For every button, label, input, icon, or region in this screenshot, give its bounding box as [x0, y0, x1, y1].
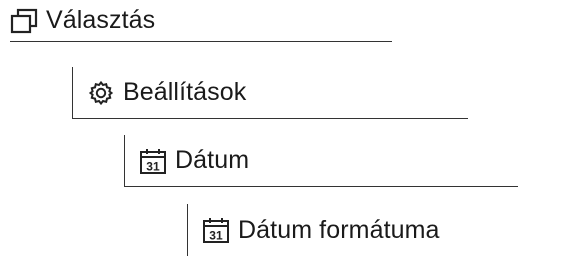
gear-icon — [87, 79, 115, 107]
breadcrumb-item-valasztas[interactable]: Választás — [10, 0, 392, 42]
windows-icon — [10, 7, 38, 35]
breadcrumb-item-datum[interactable]: 31 Dátum — [124, 135, 518, 187]
breadcrumb-item-beallitasok[interactable]: Beállítások — [72, 67, 468, 119]
calendar-day-text: 31 — [209, 229, 223, 243]
breadcrumb-item-label: Dátum — [175, 146, 250, 174]
calendar-icon: 31 — [202, 216, 230, 244]
breadcrumb-item-label: Beállítások — [123, 78, 247, 106]
calendar-day-text: 31 — [146, 159, 160, 173]
calendar-icon: 31 — [139, 147, 167, 175]
breadcrumb-item-label: Választás — [46, 6, 156, 34]
breadcrumb-item-datum-formatuma[interactable]: 31 Dátum formátuma — [187, 204, 517, 256]
breadcrumb-item-label: Dátum formátuma — [238, 215, 440, 244]
breadcrumb: Választás Beállítások 31 Dátum 31 Dátum … — [0, 0, 578, 256]
